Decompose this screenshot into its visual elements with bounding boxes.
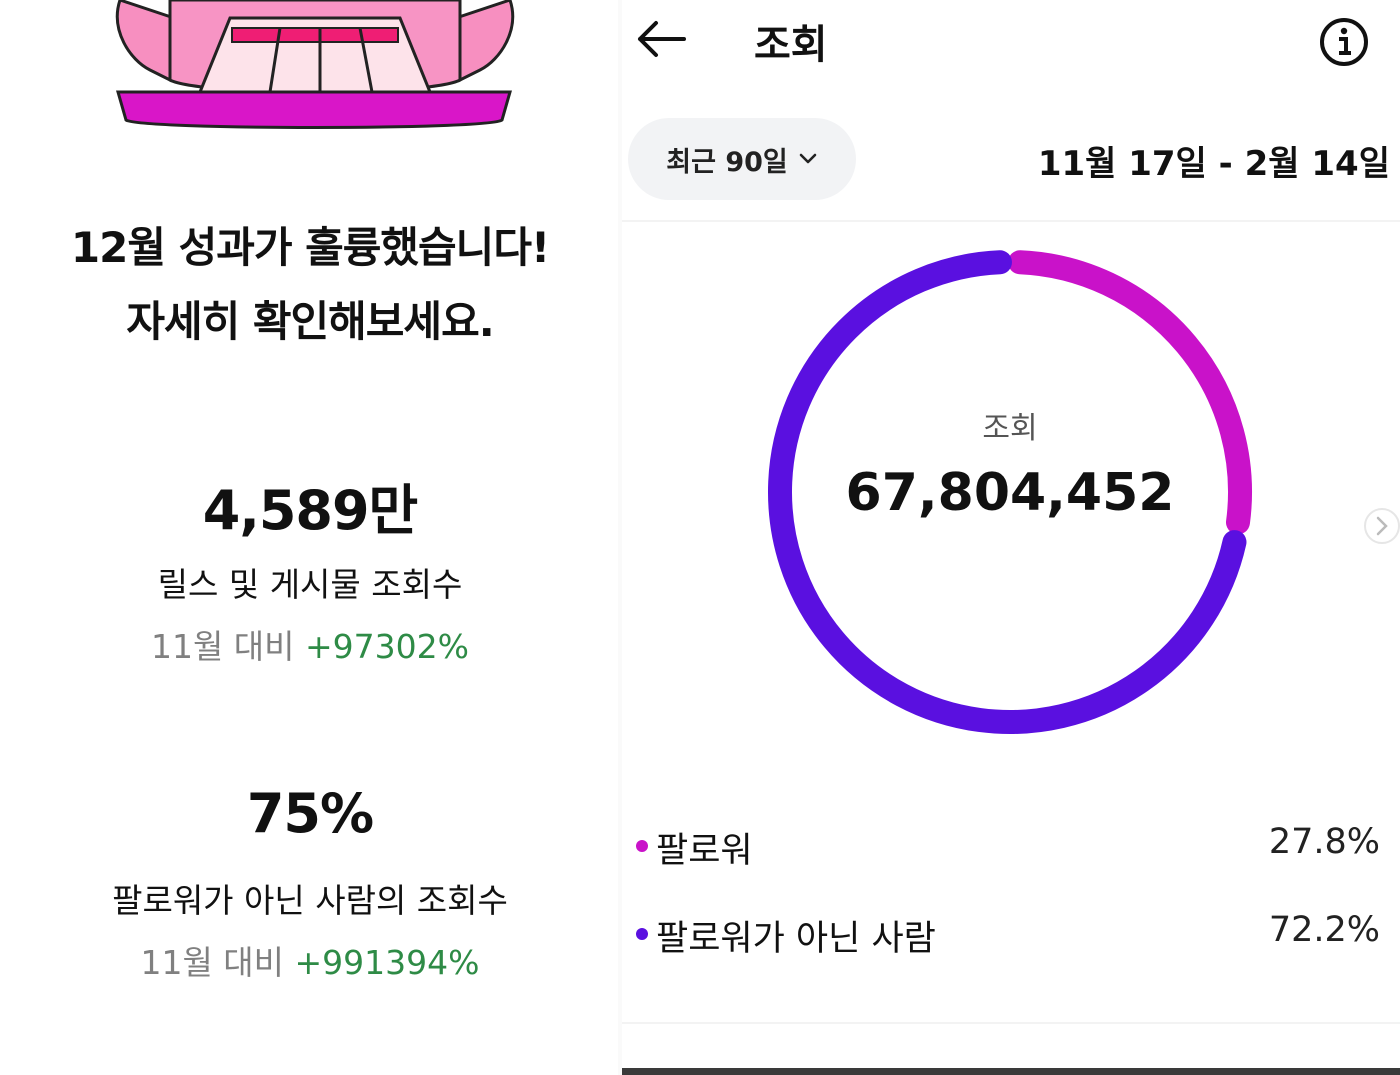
compare-delta: +991394% bbox=[294, 943, 480, 982]
legend-dot bbox=[636, 928, 648, 940]
compare-delta: +97302% bbox=[305, 627, 470, 666]
chevron-right-icon[interactable] bbox=[1362, 506, 1400, 546]
screen-title: 조회 bbox=[754, 22, 828, 68]
section-divider bbox=[622, 220, 1400, 222]
promo-headline-line2: 자세히 확인해보세요. bbox=[126, 297, 494, 346]
arrow-left-icon[interactable] bbox=[632, 14, 692, 64]
date-range-filter[interactable]: 최근 90일 bbox=[628, 118, 856, 200]
legend-label: 팔로워 bbox=[656, 831, 753, 871]
compare-base: 11월 대비 bbox=[150, 627, 295, 666]
donut-center-value: 67,804,452 bbox=[846, 463, 1175, 523]
chevron-down-icon bbox=[799, 153, 817, 164]
views-donut-chart: 조회 67,804,452 bbox=[768, 250, 1252, 734]
donut-center-label: 조회 bbox=[982, 411, 1037, 446]
legend-label: 팔로워가 아닌 사람 bbox=[656, 919, 936, 959]
views-stat-value: 4,589만 bbox=[202, 479, 419, 542]
promo-headline-line1: 12월 성과가 훌륭했습니다! bbox=[70, 223, 550, 272]
views-stat-compare: 11월 대비 +97302% bbox=[0, 620, 620, 668]
non-follower-stat-label: 팔로워가 아닌 사람의 조회수 bbox=[112, 881, 508, 920]
date-range-text: 11월 17일 - 2월 14일 bbox=[1037, 144, 1390, 184]
compare-base: 11월 대비 bbox=[140, 943, 285, 982]
views-insights-screen: 조회 최근 90일 11월 17일 - 2월 14일 조회 67,804,452… bbox=[622, 0, 1400, 1075]
legend-row-followers: 팔로워 27.8% bbox=[632, 822, 1392, 872]
legend-dot bbox=[636, 840, 648, 852]
legend-row-non-followers: 팔로워가 아닌 사람 72.2% bbox=[632, 910, 1392, 960]
range-filter-label: 최근 90일 bbox=[666, 146, 788, 178]
performance-summary-panel: 12월 성과가 훌륭했습니다! 자세히 확인해보세요. 4,589만 릴스 및 … bbox=[0, 0, 620, 1075]
legend-value: 72.2% bbox=[1268, 910, 1380, 950]
media-strip bbox=[622, 1068, 1400, 1075]
legend-value: 27.8% bbox=[1268, 822, 1380, 862]
views-stat-label: 릴스 및 게시물 조회수 bbox=[157, 565, 463, 604]
trophy-illustration bbox=[115, 0, 515, 129]
info-circle-icon[interactable] bbox=[1318, 16, 1370, 68]
non-follower-stat-value: 75% bbox=[246, 782, 374, 845]
non-follower-stat-compare: 11월 대비 +991394% bbox=[0, 936, 620, 984]
section-divider bbox=[622, 1022, 1400, 1024]
